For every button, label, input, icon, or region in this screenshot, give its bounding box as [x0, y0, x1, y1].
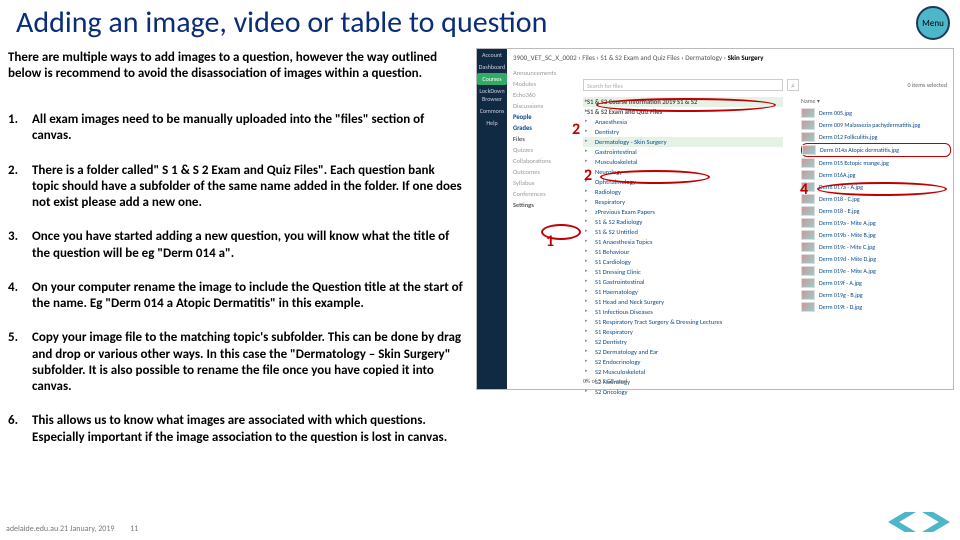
file-row[interactable]: Derm 016A.jpg — [801, 169, 951, 181]
callout-number-2b: 2 — [584, 166, 592, 185]
file-row[interactable]: Derm 019a - Mite A.jpg — [801, 217, 951, 229]
callout-number-4: 4 — [800, 180, 808, 199]
breadcrumb: 3900_VET_SC_X_0002 › Files › S1 & S2 Exa… — [513, 53, 949, 62]
folder-tree: S1 & S2 Course Information 2019 S1 & S2S… — [583, 97, 783, 397]
selection-count: 0 items selected — [907, 81, 947, 89]
search-input[interactable]: Search for files — [583, 79, 783, 91]
footer-site: adelaide.edu.au — [6, 524, 58, 534]
intro-text: There are multiple ways to add images to… — [8, 50, 460, 83]
step-item: 1.All exam images need to be manually up… — [8, 112, 464, 145]
file-row[interactable]: Derm 019t - D.jpg — [801, 301, 951, 313]
slide-nav — [888, 512, 950, 532]
file-row[interactable]: Derm 019f - A.jpg — [801, 277, 951, 289]
callout-number-1: 1 — [546, 232, 554, 251]
file-row[interactable]: Derm 019c - Mite C.jpg — [801, 241, 951, 253]
steps-list: 1.All exam images need to be manually up… — [8, 112, 464, 464]
callout-number-2a: 2 — [572, 120, 580, 139]
prev-arrow-icon[interactable] — [888, 512, 916, 532]
file-list: Name ▾Derm 005.jpgDerm 009 Malassezia pa… — [801, 97, 951, 313]
footer-page: 11 — [130, 524, 138, 534]
step-item: 3.Once you have started adding a new que… — [8, 229, 464, 262]
callout-oval-4 — [817, 182, 947, 196]
file-row[interactable]: Derm 014a Atopic dermatitis.jpg — [801, 143, 951, 157]
step-item: 6.This allows us to know what images are… — [8, 413, 464, 446]
storage-used: 0% of 5.2 GB used — [583, 377, 627, 385]
file-row[interactable]: Derm 015 Ectopic mange.jpg — [801, 157, 951, 169]
file-row[interactable]: Derm 019d - Mite D.jpg — [801, 253, 951, 265]
search-icon[interactable]: ⌕ — [787, 79, 799, 91]
global-nav: AccountDashboardCoursesLockDown BrowserC… — [477, 49, 507, 389]
file-row[interactable]: Derm 005.jpg — [801, 107, 951, 119]
callout-oval-2a — [596, 98, 776, 112]
next-arrow-icon[interactable] — [922, 512, 950, 532]
course-nav: AnnouncementsModulesEcho360DiscussionsPe… — [513, 67, 575, 210]
file-row[interactable]: Derm 019g - B.jpg — [801, 289, 951, 301]
page-title: Adding an image, video or table to quest… — [16, 4, 547, 41]
file-row[interactable]: Derm 018 - E.jpg — [801, 205, 951, 217]
file-row[interactable]: Derm 012 Folliculitis.jpg — [801, 131, 951, 143]
file-row[interactable]: Derm 019e - Mite A.jpg — [801, 265, 951, 277]
step-item: 4.On your computer rename the image to i… — [8, 280, 464, 313]
menu-button[interactable]: Menu — [916, 6, 950, 40]
callout-oval-2b — [600, 170, 710, 184]
file-row[interactable]: Derm 009 Malassezia pachydermatitis.jpg — [801, 119, 951, 131]
step-item: 2.There is a folder called" S 1 & S 2 Ex… — [8, 163, 464, 212]
file-row[interactable]: Derm 019b - Mite B.jpg — [801, 229, 951, 241]
footer-date: 21 January, 2019 — [60, 524, 114, 534]
step-item: 5.Copy your image file to the matching t… — [8, 330, 464, 395]
footer: adelaide.edu.au 21 January, 2019 11 — [6, 524, 138, 534]
